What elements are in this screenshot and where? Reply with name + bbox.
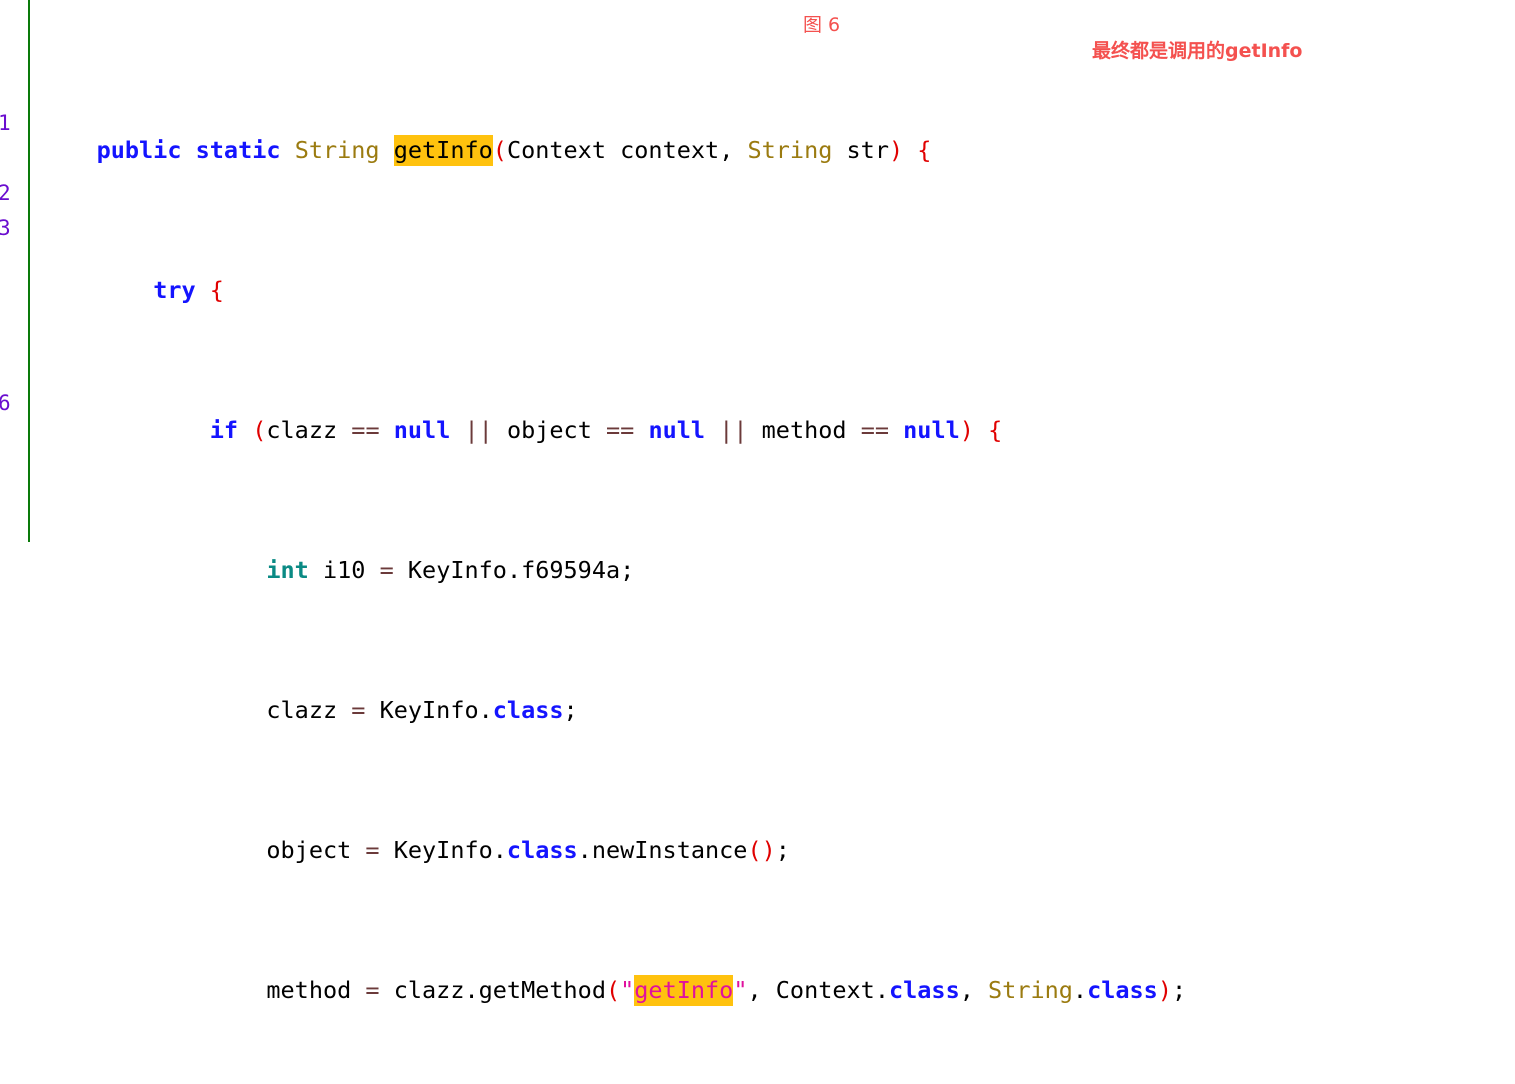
var-method: method bbox=[761, 416, 847, 444]
code-line: method = clazz.getMethod("getInfo", Cont… bbox=[266, 975, 1187, 1006]
highlight-getinfo-string: getInfo bbox=[634, 975, 734, 1006]
call-newinstance: .newInstance bbox=[577, 836, 748, 864]
code-line: clazz = KeyInfo.class; bbox=[40, 693, 1186, 728]
var-i10: i10 bbox=[322, 556, 366, 584]
dot: . bbox=[874, 976, 889, 1004]
quote-open: " bbox=[620, 976, 635, 1004]
paren-open: ( bbox=[747, 836, 762, 864]
var-method: method bbox=[266, 976, 352, 1004]
annotation-note: 最终都是调用的getInfo bbox=[1092, 40, 1303, 62]
var-clazz: clazz bbox=[266, 416, 338, 444]
keyword-try: try bbox=[153, 276, 196, 304]
semicolon: ; bbox=[563, 696, 578, 724]
paren-close: ) bbox=[888, 136, 904, 164]
keyword-class: class bbox=[1087, 976, 1158, 1004]
operator-assign: = bbox=[351, 696, 366, 724]
paren-close: ) bbox=[959, 416, 974, 444]
operator-equals: == bbox=[860, 416, 889, 444]
keyword-public: public bbox=[96, 136, 182, 164]
semicolon: ; bbox=[775, 836, 790, 864]
keyword-static: static bbox=[195, 136, 281, 164]
field-f69594a: f69594a; bbox=[521, 556, 635, 584]
gutter-rule bbox=[28, 0, 30, 542]
code-editor-content[interactable]: public static String getInfo(Context con… bbox=[40, 28, 1186, 1084]
paren-open: ( bbox=[492, 136, 507, 164]
ref-keyinfo: KeyInfo. bbox=[407, 556, 522, 584]
keyword-null: null bbox=[648, 416, 706, 444]
keyword-class: class bbox=[492, 696, 564, 724]
line-number-gutter: 1 2 3 6 bbox=[0, 0, 28, 542]
type-string: String bbox=[294, 136, 380, 164]
keyword-int: int bbox=[266, 556, 309, 584]
line-number: 6 bbox=[0, 391, 11, 415]
type-context: Context bbox=[506, 136, 606, 164]
operator-assign: = bbox=[365, 976, 380, 1004]
code-line: object = KeyInfo.class.newInstance(); bbox=[40, 833, 1186, 868]
keyword-if: if bbox=[209, 416, 239, 444]
var-object: object bbox=[266, 836, 352, 864]
code-line: int i10 = KeyInfo.f69594a; bbox=[40, 553, 1186, 588]
ref-keyinfo: KeyInfo. bbox=[379, 696, 493, 724]
var-clazz: clazz bbox=[393, 976, 465, 1004]
type-context: Context bbox=[775, 976, 875, 1004]
operator-equals: == bbox=[606, 416, 635, 444]
paren-open: ( bbox=[605, 976, 621, 1004]
var-object: object bbox=[506, 416, 592, 444]
dot: . bbox=[1072, 976, 1088, 1004]
param-str: str bbox=[846, 136, 889, 164]
paren-close: ) bbox=[1157, 976, 1172, 1004]
keyword-class: class bbox=[506, 836, 578, 864]
operator-assign: = bbox=[379, 556, 394, 584]
brace-open: { bbox=[917, 136, 932, 164]
type-string: String bbox=[747, 136, 833, 164]
line-number: 3 bbox=[0, 216, 11, 240]
operator-assign: = bbox=[365, 836, 380, 864]
param-context: context bbox=[620, 136, 720, 164]
line-number: 1 bbox=[0, 111, 11, 135]
highlight-getinfo-declaration: getInfo bbox=[393, 135, 493, 166]
call-getmethod: .getMethod bbox=[464, 976, 606, 1004]
quote-close: " bbox=[733, 976, 748, 1004]
paren-open: ( bbox=[252, 416, 267, 444]
operator-or: || bbox=[719, 416, 748, 444]
keyword-null: null bbox=[903, 416, 960, 444]
operator-or: || bbox=[464, 416, 493, 444]
brace-open: { bbox=[209, 276, 224, 304]
ref-keyinfo: KeyInfo. bbox=[393, 836, 507, 864]
line-number: 2 bbox=[0, 181, 11, 205]
code-line: try { bbox=[40, 273, 1186, 308]
figure-label: 图 6 bbox=[803, 14, 841, 36]
code-line: if (clazz == null || object == null || m… bbox=[40, 413, 1186, 448]
var-clazz: clazz bbox=[266, 696, 338, 724]
brace-open: { bbox=[988, 416, 1003, 444]
keyword-null: null bbox=[393, 416, 451, 444]
semicolon: ; bbox=[1171, 976, 1187, 1004]
keyword-class: class bbox=[888, 976, 960, 1004]
paren-close: ) bbox=[761, 836, 776, 864]
code-line: public static String getInfo(Context con… bbox=[96, 135, 932, 166]
operator-equals: == bbox=[351, 416, 380, 444]
type-string: String bbox=[988, 976, 1073, 1004]
